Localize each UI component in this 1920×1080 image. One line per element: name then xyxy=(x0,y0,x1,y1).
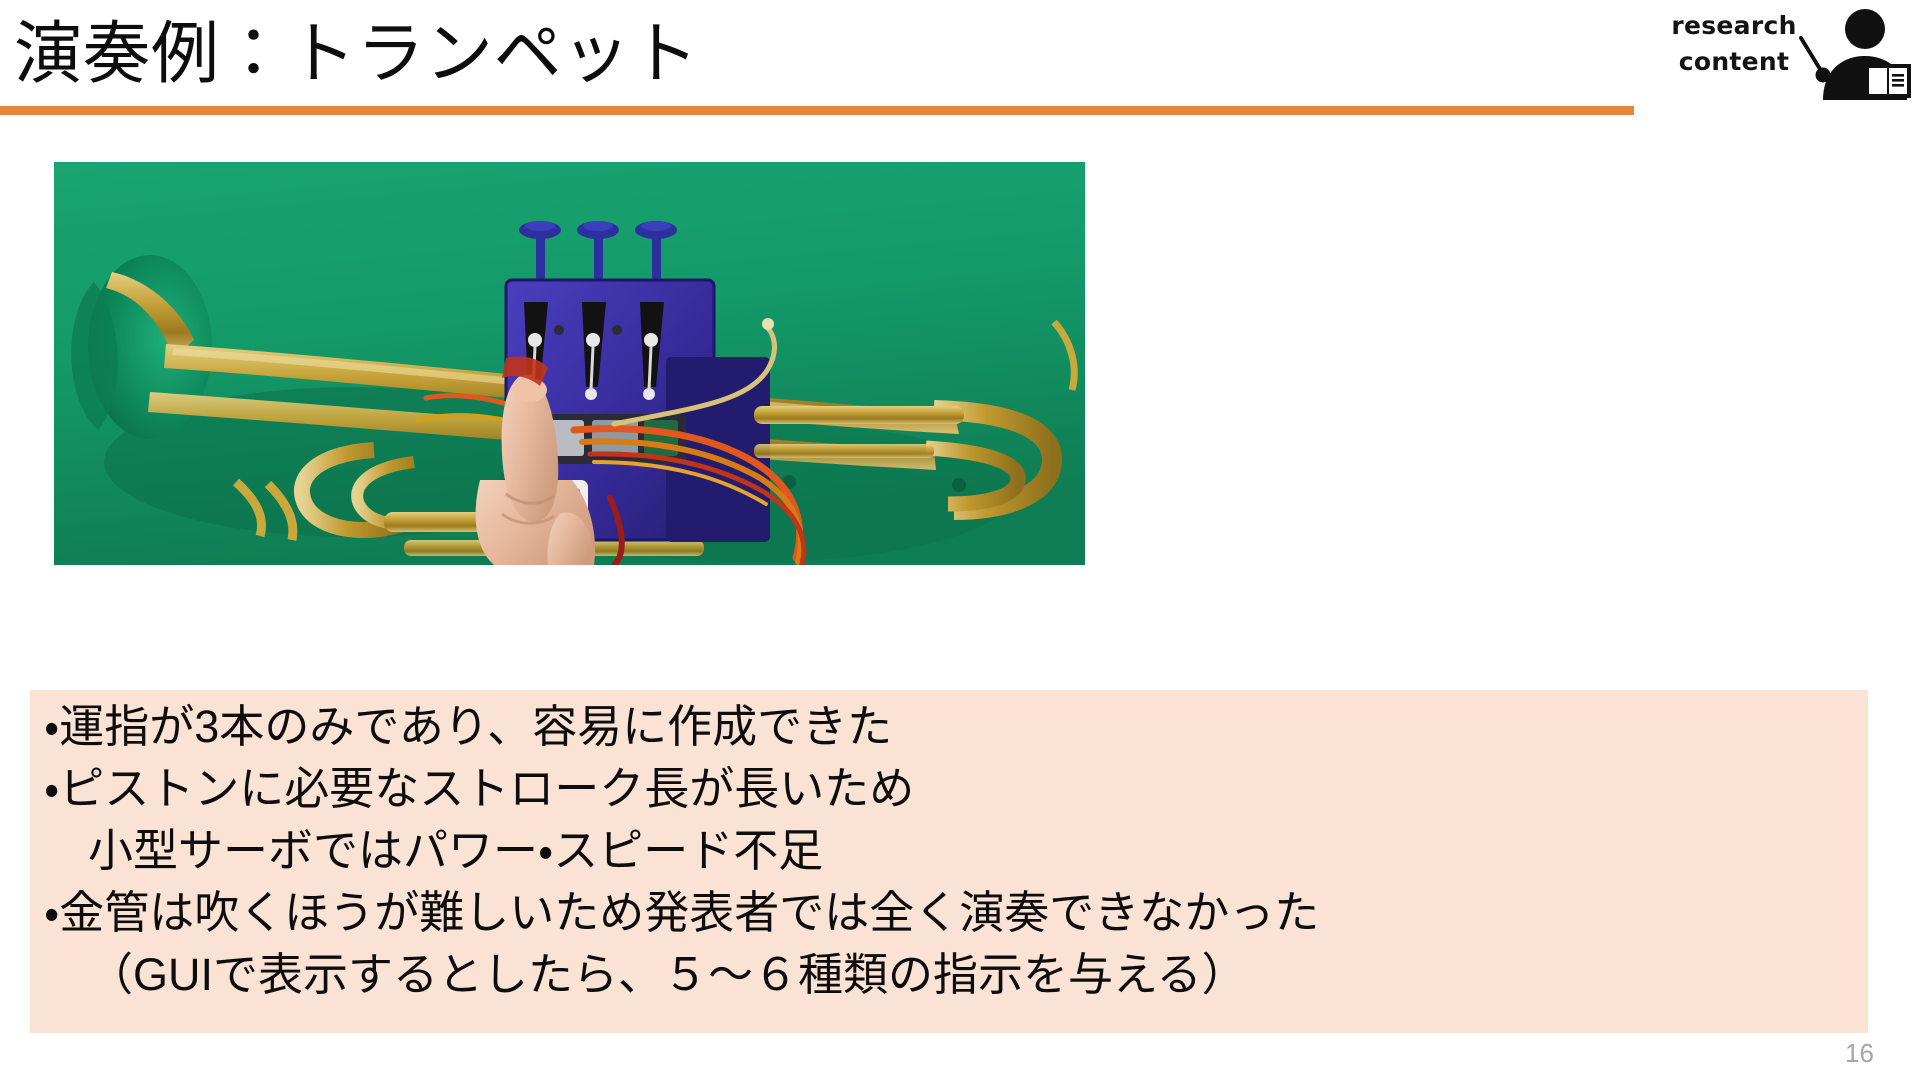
summary-panel: ・運指が3本のみであり、容易に作成できた ・ピストンに必要なストローク長が長いた… xyxy=(30,690,1868,1033)
slide-root: 演奏例：トランペット research content ・運指が3本のみであり、… xyxy=(0,0,1920,1080)
list-item: ・運指が3本のみであり、容易に作成できた xyxy=(44,701,893,752)
logo-text-block: research content xyxy=(1655,8,1813,80)
list-item: ・ピストンに必要なストローク長が長いため xyxy=(44,763,915,814)
title-divider xyxy=(0,106,1634,115)
list-item: 小型サーボではパワー・スピード不足 xyxy=(88,825,824,876)
list-item: ・金管は吹くほうが難しいため発表者では全く演奏できなかった xyxy=(44,887,1320,938)
summary-list: ・運指が3本のみであり、容易に作成できた ・ピストンに必要なストローク長が長いた… xyxy=(44,696,1868,1006)
page-number: 16 xyxy=(1845,1038,1874,1068)
research-content-logo: research content xyxy=(1655,4,1913,100)
logo-line-2: content xyxy=(1678,47,1790,76)
trumpet-servo-photo xyxy=(54,162,1085,565)
presenter-with-book-icon xyxy=(1793,4,1913,100)
page-title: 演奏例：トランペット xyxy=(14,16,700,92)
logo-line-1: research xyxy=(1671,11,1797,40)
list-item: （GUIで表示するとしたら、５～６種類の指示を与える） xyxy=(88,949,1247,1000)
